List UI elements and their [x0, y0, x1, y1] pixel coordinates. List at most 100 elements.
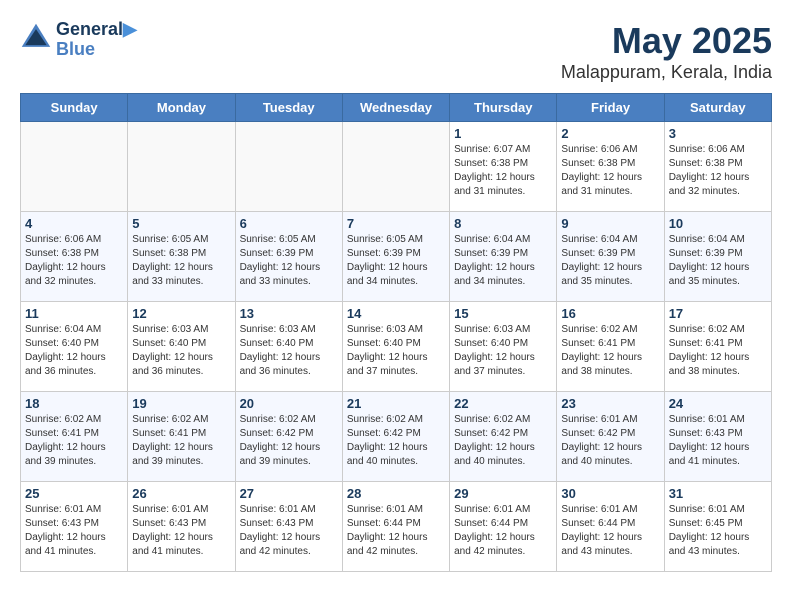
day-number: 20 [240, 396, 338, 411]
calendar-cell: 27Sunrise: 6:01 AMSunset: 6:43 PMDayligh… [235, 482, 342, 572]
cell-text: Sunrise: 6:02 AM [25, 413, 123, 427]
day-number: 8 [454, 216, 552, 231]
calendar-cell [128, 122, 235, 212]
day-number: 24 [669, 396, 767, 411]
day-number: 25 [25, 486, 123, 501]
calendar-cell: 6Sunrise: 6:05 AMSunset: 6:39 PMDaylight… [235, 212, 342, 302]
cell-text: Sunrise: 6:02 AM [669, 323, 767, 337]
cell-text: Daylight: 12 hours [669, 261, 767, 275]
cell-text: Sunset: 6:38 PM [561, 157, 659, 171]
day-number: 26 [132, 486, 230, 501]
weekday-header: Sunday [21, 94, 128, 122]
calendar-cell: 16Sunrise: 6:02 AMSunset: 6:41 PMDayligh… [557, 302, 664, 392]
cell-text: Daylight: 12 hours [454, 441, 552, 455]
title-block: May 2025 Malappuram, Kerala, India [561, 20, 772, 83]
cell-text: Sunrise: 6:07 AM [454, 143, 552, 157]
cell-text: Sunrise: 6:01 AM [347, 503, 445, 517]
cell-text: Sunset: 6:43 PM [132, 517, 230, 531]
cell-text: and 36 minutes. [25, 365, 123, 379]
cell-text: and 34 minutes. [347, 275, 445, 289]
day-number: 18 [25, 396, 123, 411]
cell-text: Sunset: 6:42 PM [561, 427, 659, 441]
cell-text: Sunset: 6:40 PM [454, 337, 552, 351]
calendar-cell: 23Sunrise: 6:01 AMSunset: 6:42 PMDayligh… [557, 392, 664, 482]
calendar-cell: 20Sunrise: 6:02 AMSunset: 6:42 PMDayligh… [235, 392, 342, 482]
day-number: 10 [669, 216, 767, 231]
cell-text: Daylight: 12 hours [132, 531, 230, 545]
calendar-cell: 29Sunrise: 6:01 AMSunset: 6:44 PMDayligh… [450, 482, 557, 572]
cell-text: Sunrise: 6:03 AM [454, 323, 552, 337]
day-number: 14 [347, 306, 445, 321]
day-number: 2 [561, 126, 659, 141]
calendar-cell: 22Sunrise: 6:02 AMSunset: 6:42 PMDayligh… [450, 392, 557, 482]
cell-text: Sunset: 6:39 PM [347, 247, 445, 261]
day-number: 30 [561, 486, 659, 501]
cell-text: Sunset: 6:39 PM [240, 247, 338, 261]
cell-text: Sunrise: 6:02 AM [347, 413, 445, 427]
cell-text: Daylight: 12 hours [669, 441, 767, 455]
cell-text: Sunrise: 6:04 AM [25, 323, 123, 337]
weekday-header: Friday [557, 94, 664, 122]
day-number: 19 [132, 396, 230, 411]
calendar-cell: 1Sunrise: 6:07 AMSunset: 6:38 PMDaylight… [450, 122, 557, 212]
cell-text: and 35 minutes. [669, 275, 767, 289]
calendar-cell: 25Sunrise: 6:01 AMSunset: 6:43 PMDayligh… [21, 482, 128, 572]
day-number: 11 [25, 306, 123, 321]
day-number: 5 [132, 216, 230, 231]
cell-text: Sunrise: 6:04 AM [454, 233, 552, 247]
calendar-cell: 21Sunrise: 6:02 AMSunset: 6:42 PMDayligh… [342, 392, 449, 482]
cell-text: and 39 minutes. [240, 455, 338, 469]
cell-text: Sunset: 6:44 PM [454, 517, 552, 531]
cell-text: Daylight: 12 hours [132, 351, 230, 365]
day-number: 13 [240, 306, 338, 321]
cell-text: Daylight: 12 hours [347, 531, 445, 545]
cell-text: Daylight: 12 hours [25, 531, 123, 545]
cell-text: Sunset: 6:40 PM [132, 337, 230, 351]
calendar-week-row: 18Sunrise: 6:02 AMSunset: 6:41 PMDayligh… [21, 392, 772, 482]
cell-text: Sunrise: 6:06 AM [25, 233, 123, 247]
calendar-cell: 8Sunrise: 6:04 AMSunset: 6:39 PMDaylight… [450, 212, 557, 302]
calendar-cell: 28Sunrise: 6:01 AMSunset: 6:44 PMDayligh… [342, 482, 449, 572]
cell-text: Sunrise: 6:01 AM [240, 503, 338, 517]
cell-text: and 36 minutes. [240, 365, 338, 379]
calendar-cell: 12Sunrise: 6:03 AMSunset: 6:40 PMDayligh… [128, 302, 235, 392]
cell-text: Sunrise: 6:01 AM [454, 503, 552, 517]
cell-text: Sunset: 6:41 PM [25, 427, 123, 441]
cell-text: Sunset: 6:40 PM [25, 337, 123, 351]
calendar-cell: 19Sunrise: 6:02 AMSunset: 6:41 PMDayligh… [128, 392, 235, 482]
calendar-week-row: 11Sunrise: 6:04 AMSunset: 6:40 PMDayligh… [21, 302, 772, 392]
calendar-cell: 30Sunrise: 6:01 AMSunset: 6:44 PMDayligh… [557, 482, 664, 572]
cell-text: and 33 minutes. [240, 275, 338, 289]
weekday-header: Tuesday [235, 94, 342, 122]
cell-text: Sunset: 6:38 PM [669, 157, 767, 171]
calendar-week-row: 1Sunrise: 6:07 AMSunset: 6:38 PMDaylight… [21, 122, 772, 212]
cell-text: Sunrise: 6:01 AM [669, 503, 767, 517]
cell-text: Sunset: 6:42 PM [347, 427, 445, 441]
cell-text: Sunset: 6:38 PM [132, 247, 230, 261]
calendar-week-row: 25Sunrise: 6:01 AMSunset: 6:43 PMDayligh… [21, 482, 772, 572]
weekday-header: Thursday [450, 94, 557, 122]
calendar-week-row: 4Sunrise: 6:06 AMSunset: 6:38 PMDaylight… [21, 212, 772, 302]
cell-text: Sunrise: 6:02 AM [561, 323, 659, 337]
calendar-cell [21, 122, 128, 212]
cell-text: and 31 minutes. [561, 185, 659, 199]
day-number: 27 [240, 486, 338, 501]
cell-text: and 40 minutes. [454, 455, 552, 469]
cell-text: Sunrise: 6:03 AM [240, 323, 338, 337]
cell-text: Sunset: 6:38 PM [454, 157, 552, 171]
cell-text: Daylight: 12 hours [454, 261, 552, 275]
cell-text: Sunset: 6:43 PM [240, 517, 338, 531]
cell-text: Daylight: 12 hours [669, 531, 767, 545]
calendar-cell: 10Sunrise: 6:04 AMSunset: 6:39 PMDayligh… [664, 212, 771, 302]
cell-text: and 39 minutes. [132, 455, 230, 469]
day-number: 23 [561, 396, 659, 411]
logo-icon [20, 22, 52, 54]
calendar-cell [342, 122, 449, 212]
cell-text: and 37 minutes. [347, 365, 445, 379]
day-number: 12 [132, 306, 230, 321]
calendar-cell: 17Sunrise: 6:02 AMSunset: 6:41 PMDayligh… [664, 302, 771, 392]
calendar-cell: 9Sunrise: 6:04 AMSunset: 6:39 PMDaylight… [557, 212, 664, 302]
cell-text: Daylight: 12 hours [132, 441, 230, 455]
cell-text: Sunrise: 6:02 AM [454, 413, 552, 427]
cell-text: and 40 minutes. [561, 455, 659, 469]
